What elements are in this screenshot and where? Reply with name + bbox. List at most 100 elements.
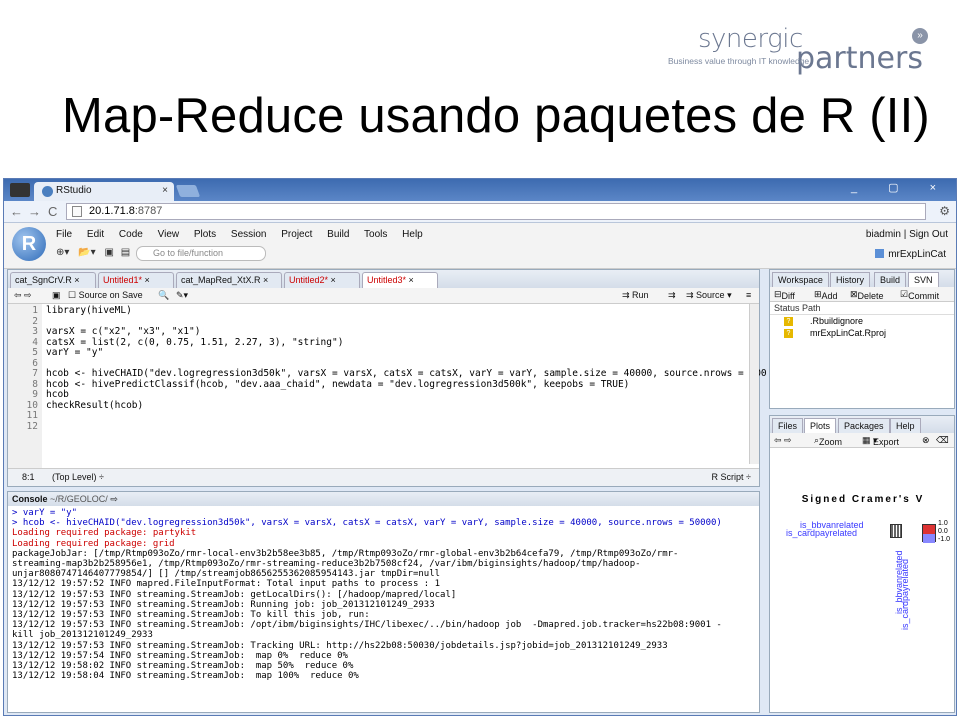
tab-plots[interactable]: Plots [804,418,837,433]
code-lines[interactable]: library(hiveML) varsX = c("x2", "x3", "x… [46,305,767,433]
diff-button[interactable]: ⊟ Diff [774,289,795,301]
legend-tick: 0.0 [938,528,948,535]
open-folder-icon[interactable]: 📂▾ [78,247,95,258]
rstudio-header: R File Edit Code View Plots Session Proj… [4,223,956,269]
main-menu: File Edit Code View Plots Session Projec… [56,229,435,240]
new-file-icon[interactable]: ⊕▾ [56,247,69,258]
browser-tab-rstudio[interactable]: RStudio × [34,182,174,201]
tab-build[interactable]: Build [874,272,907,287]
url-input[interactable]: 20.1.71.8:8787 [66,203,926,220]
cramers-v-matrix [890,524,902,538]
wrench-icon[interactable]: ⚙ [939,204,950,218]
export-button[interactable]: ▦ Export ▾ [862,435,899,447]
tab-untitled2[interactable]: Untitled2* × [284,272,360,288]
url-host: 20.1.71.8 [89,205,135,217]
editor-menu-icon[interactable]: ≡ [746,290,751,300]
close-tab-icon[interactable]: × [162,185,168,196]
run-button[interactable]: ⇉ Run [622,290,649,301]
tab-history[interactable]: History [830,272,871,287]
back-arrow-icon[interactable]: ⇦ ⇨ [14,290,32,301]
tab-workspace[interactable]: Workspace [772,272,829,287]
editor-toolbar: ⇦ ⇨ ▣ ☐ Source on Save 🔍 ✎▾ ⇉ Run ⇉ ⇉ So… [8,288,759,304]
window-controls[interactable]: _ ▢ × [851,181,950,194]
console-output[interactable]: > varY = "y" > hcob <- hiveCHAID("dev.log… [12,508,748,681]
tab-label: Untitled2* [289,275,329,285]
environment-tabs: Workspace History Build SVN [770,270,954,287]
menu-project[interactable]: Project [281,229,312,240]
menu-tools[interactable]: Tools [364,229,387,240]
code-line[interactable]: varY = "y" [46,347,767,359]
menu-build[interactable]: Build [327,229,349,240]
tab-packages[interactable]: Packages [838,418,890,433]
file-type-selector[interactable]: R Script ÷ [712,472,751,482]
save-icon[interactable]: ▣ [104,247,113,258]
scope-selector[interactable]: (Top Level) ÷ [52,472,104,482]
editor-tabs: cat_SgnCrV.R × Untitled1* × cat_MapRed_X… [8,270,759,288]
source-button[interactable]: ⇉ Source ▾ [686,290,732,301]
plots-tabs: Files Plots Packages Help [770,416,954,433]
code-line[interactable]: hcob [46,389,767,401]
code-line[interactable] [46,411,767,422]
broom-icon[interactable]: ⌫ [936,435,949,446]
svn-toolbar: ⊟ Diff ⊞ Add ⊠ Delete ☑ Commit [770,287,954,302]
clear-plot-icon[interactable]: ⊗ [922,435,930,446]
console-line: Loading required package: partykit [12,528,197,539]
project-menu[interactable]: mrExpLinCat [875,249,946,260]
code-line[interactable]: library(hiveML) [46,305,767,317]
console-line: > hcob <- hiveCHAID("dev.logregression3d… [12,518,722,529]
menu-edit[interactable]: Edit [87,229,104,240]
reload-icon[interactable]: C [48,204,57,219]
code-line[interactable]: varsX = c("x2", "x3", "x1") [46,326,767,338]
code-line[interactable]: hcob <- hiveCHAID("dev.logregression3d50… [46,368,767,380]
menu-code[interactable]: Code [119,229,143,240]
user-signout[interactable]: biadmin | Sign Out [866,229,948,240]
menu-file[interactable]: File [56,229,72,240]
tab-untitled3[interactable]: Untitled3* × [362,272,438,288]
diff-label: Diff [781,291,795,301]
svn-file-row[interactable]: ? .Rbuildignore [770,315,954,327]
zoom-label: Zoom [819,437,843,447]
tab-cat-mapred[interactable]: cat_MapRed_XtX.R × [176,272,282,288]
wand-icon[interactable]: ✎▾ [176,290,188,301]
tab-label: Untitled1* [103,275,143,285]
code-line[interactable]: catsX = list(2, c(0, 0.75, 1.51, 2.27, 3… [46,337,767,349]
editor-scrollbar[interactable] [749,304,759,464]
delete-button[interactable]: ⊠ Delete [850,289,884,301]
user-avatar-icon [10,183,30,197]
save-all-icon[interactable]: ▤ [121,247,130,258]
menu-view[interactable]: View [158,229,180,240]
new-tab-button[interactable] [175,185,201,197]
code-line[interactable] [46,422,767,433]
menu-help[interactable]: Help [402,229,423,240]
save-file-icon[interactable]: ▣ [52,290,61,301]
plot-nav-icon[interactable]: ⇦ ⇨ [774,435,792,446]
search-icon[interactable]: 🔍 [158,290,169,301]
svn-file-row[interactable]: ? mrExpLinCat.Rproj [770,327,954,339]
menu-plots[interactable]: Plots [194,229,216,240]
code-area[interactable]: 1 2 3 4 5 6 7 8 9 10 11 12 library(hiveML) varsX = … [8,304,767,468]
tab-files[interactable]: Files [772,418,804,433]
console-path-arrow-icon[interactable]: ⇨ [110,494,118,504]
commit-button[interactable]: ☑ Commit [900,289,939,301]
rstudio-favicon-icon [42,186,53,197]
forward-icon[interactable]: → [28,204,41,219]
add-label: Add [821,291,838,301]
tab-cat-sgncrv[interactable]: cat_SgnCrV.R × [10,272,96,288]
tab-svn[interactable]: SVN [908,272,939,287]
rerun-icon[interactable]: ⇉ [668,290,676,301]
line-number: 5 [32,347,38,358]
console-line: 13/12/12 19:58:04 INFO streaming.StreamJ… [12,671,359,682]
code-line[interactable]: hcob <- hivePredictClassif(hcob, "dev.aa… [46,379,767,391]
environment-pane: Workspace History Build SVN ⊟ Diff ⊞ Add… [769,269,955,409]
menu-session[interactable]: Session [231,229,267,240]
back-icon[interactable]: ← [10,204,23,219]
goto-file-input[interactable]: Go to file/function [136,246,266,261]
add-button[interactable]: ⊞ Add [814,289,838,301]
code-line[interactable]: checkResult(hcob) [46,400,767,412]
source-on-save-checkbox[interactable]: ☐ Source on Save [68,290,143,301]
tab-untitled1[interactable]: Untitled1* × [98,272,174,288]
console-pane: Console ~/R/GEOLOC/ ⇨ > varY = "y" > hcob… [7,491,760,713]
zoom-button[interactable]: ⌕ Zoom [814,435,842,447]
tab-help[interactable]: Help [890,418,921,433]
console-line: 13/12/12 19:57:53 INFO streaming.StreamJ… [12,620,722,631]
